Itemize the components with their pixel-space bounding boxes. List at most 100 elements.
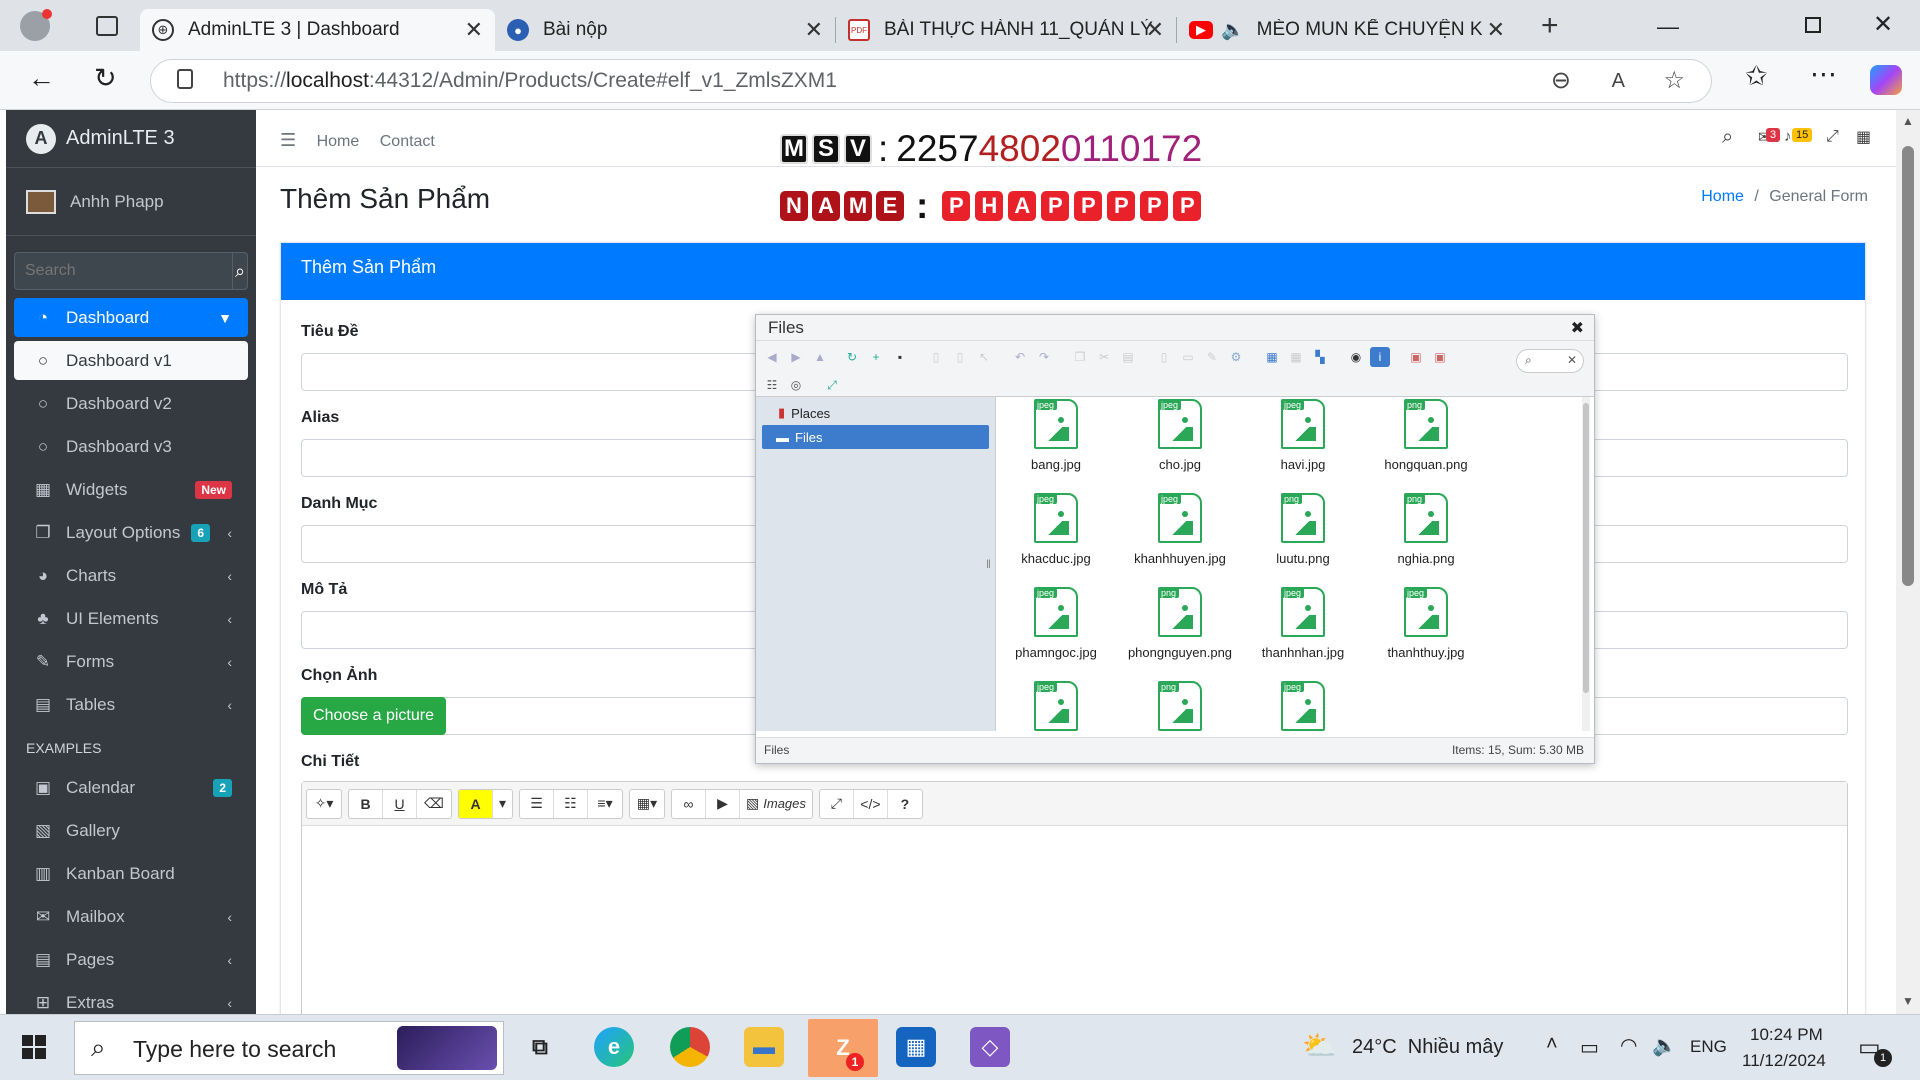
table-insert-icon[interactable]: ▦▾ xyxy=(630,790,664,818)
finder-search-input[interactable]: ⌕ ✕ xyxy=(1516,349,1584,373)
cut-icon[interactable]: ✂ xyxy=(1094,347,1114,367)
taskbar-search[interactable]: ⌕ Type here to search xyxy=(74,1021,504,1075)
resize-handle[interactable]: ‖ xyxy=(986,557,991,571)
tab-youtube[interactable]: ▶ 🔈 MÈO MUN KỂ CHUYỆN KHÔ ✕ xyxy=(1177,9,1517,51)
sidebar-item-forms[interactable]: ✎ Forms ‹ xyxy=(14,642,248,681)
file-item[interactable]: png xyxy=(1125,681,1235,731)
page-scrollbar[interactable]: ▲ ▼ xyxy=(1896,110,1920,1014)
volume-icon[interactable]: 🔈 xyxy=(1652,1033,1677,1058)
sidebar-item-dashboard-v3[interactable]: ○ Dashboard v3 xyxy=(14,427,248,466)
sidebar-search-input[interactable] xyxy=(14,252,232,290)
search-icon[interactable]: ⌕ xyxy=(232,252,248,290)
restore-icon[interactable] xyxy=(1805,17,1821,33)
sidebar-item-kanban[interactable]: ▥ Kanban Board xyxy=(14,854,248,893)
weather-text[interactable]: 24°C Nhiều mây xyxy=(1352,1036,1503,1059)
zoom-out-icon[interactable]: ⊖ xyxy=(1551,60,1571,102)
resize-icon[interactable]: ⚙ xyxy=(1226,347,1246,367)
scrollbar-thumb[interactable] xyxy=(1583,403,1589,693)
fullscreen-icon[interactable]: ⤢ xyxy=(822,375,842,395)
reload-icon[interactable]: ↻ xyxy=(842,347,862,367)
store-icon[interactable]: ▦ xyxy=(896,1027,936,1067)
sidebar-item-widgets[interactable]: ▦ Widgets New xyxy=(14,470,248,509)
undo-icon[interactable]: ↶ xyxy=(1010,347,1030,367)
dialog-titlebar[interactable]: Files ✖ xyxy=(756,315,1594,341)
breadcrumb-home[interactable]: Home xyxy=(1701,188,1744,205)
wifi-icon[interactable]: ◠ xyxy=(1620,1033,1637,1058)
video-icon[interactable]: ▶ xyxy=(706,789,741,818)
file-item[interactable]: jpeg bang.jpg xyxy=(1001,399,1111,472)
open-icon[interactable]: ▯ xyxy=(926,347,946,367)
sidebar-item-dashboard-v1[interactable]: ○ Dashboard v1 xyxy=(14,341,248,380)
close-window-icon[interactable]: ✕ xyxy=(1873,10,1893,39)
file-item[interactable]: png hongquan.png xyxy=(1371,399,1481,472)
file-item[interactable]: jpeg phamngoc.jpg xyxy=(1001,587,1111,660)
battery-icon[interactable]: ▭ xyxy=(1580,1035,1599,1060)
url-input[interactable]: https://localhost:44312/Admin/Products/C… xyxy=(150,59,1712,103)
file-item[interactable]: jpeg khanhhuyen.jpg xyxy=(1125,493,1235,566)
images-button[interactable]: ▧ Images xyxy=(740,790,812,818)
redo-icon[interactable]: ↷ xyxy=(1034,347,1054,367)
close-tab-icon[interactable]: ✕ xyxy=(465,17,483,43)
extract-icon[interactable]: ▣ xyxy=(1406,347,1426,367)
reload-icon[interactable]: ↻ xyxy=(94,63,117,94)
file-item[interactable]: png nghia.png xyxy=(1371,493,1481,566)
finder-scrollbar[interactable] xyxy=(1582,397,1590,731)
view-icons-icon[interactable]: ▦ xyxy=(1262,347,1282,367)
edit-icon[interactable]: ✎ xyxy=(1202,347,1222,367)
rich-text-editor[interactable]: ✧▾ B U ⌫ A ▾ ☰ ☷ ≡▾ ▦▾ ∞ ▶ ▧ Images ⤢ </… xyxy=(301,781,1848,1026)
clock-date[interactable]: 11/12/2024 xyxy=(1742,1051,1826,1071)
save-icon[interactable]: ▪ xyxy=(890,347,910,367)
close-tab-icon[interactable]: ✕ xyxy=(805,17,823,43)
unordered-list-icon[interactable]: ☰ xyxy=(520,789,555,818)
paste-icon[interactable]: ▤ xyxy=(1118,347,1138,367)
weather-icon[interactable]: ⛅ xyxy=(1302,1029,1337,1062)
task-view-icon[interactable]: ⧉ xyxy=(520,1027,560,1067)
close-icon[interactable]: ✖ xyxy=(1571,318,1584,338)
eraser-icon[interactable]: ⌫ xyxy=(417,790,451,818)
back-icon[interactable]: ← xyxy=(28,63,55,94)
read-aloud-icon[interactable]: A xyxy=(1612,60,1625,102)
zalo-icon[interactable]: Z 1 xyxy=(808,1019,878,1077)
file-item[interactable]: jpeg havi.jpg xyxy=(1248,399,1358,472)
tab-bai-nop[interactable]: ● Bài nộp ✕ xyxy=(495,9,835,51)
sidebar-item-charts[interactable]: ◕ Charts ‹ xyxy=(14,556,248,595)
sidebar-item-gallery[interactable]: ▧ Gallery xyxy=(14,811,248,850)
magic-icon[interactable]: ✧▾ xyxy=(307,790,341,818)
user-panel[interactable]: Anhh Phapp xyxy=(6,168,256,236)
sidebar-item-layout-options[interactable]: ❐ Layout Options 6 ‹ xyxy=(14,513,248,552)
select-icon[interactable]: ↖ xyxy=(974,347,994,367)
choose-picture-button[interactable]: Choose a picture xyxy=(301,697,446,735)
select-all-icon[interactable]: ▚ xyxy=(1310,347,1330,367)
help-icon[interactable]: ? xyxy=(888,790,922,818)
color-dropdown-icon[interactable]: ▾ xyxy=(493,790,512,818)
file-item[interactable]: jpeg thanhthuy.jpg xyxy=(1371,587,1481,660)
ordered-list-icon[interactable]: ☷ xyxy=(554,789,589,818)
link-icon[interactable]: ∞ xyxy=(672,789,707,818)
hamburger-icon[interactable]: ☰ xyxy=(280,130,296,150)
view-list-icon[interactable]: ▦ xyxy=(1286,347,1306,367)
visual-studio-icon[interactable]: ◇ xyxy=(970,1027,1010,1067)
tab-adminlte[interactable]: ⊕ AdminLTE 3 | Dashboard ✕ xyxy=(140,9,495,51)
file-item[interactable]: png phongnguyen.png xyxy=(1125,587,1235,660)
forward-icon[interactable]: ▶ xyxy=(786,347,806,367)
close-tab-icon[interactable]: ✕ xyxy=(1487,17,1505,43)
up-icon[interactable]: ▲ xyxy=(810,347,830,367)
more-icon[interactable]: ⋯ xyxy=(1810,59,1837,90)
control-sidebar-icon[interactable]: ▦ xyxy=(1856,127,1871,147)
duplicate-icon[interactable]: ▯ xyxy=(1154,347,1174,367)
notifications-icon[interactable]: ♪ xyxy=(1784,128,1792,145)
speaker-icon[interactable]: 🔈 xyxy=(1221,18,1245,42)
sidebar-item-pages[interactable]: ▤ Pages ‹ xyxy=(14,940,248,979)
file-item[interactable]: jpeg xyxy=(1001,681,1111,731)
nav-contact-link[interactable]: Contact xyxy=(380,133,435,150)
file-item[interactable]: jpeg cho.jpg xyxy=(1125,399,1235,472)
sidebar-item-mailbox[interactable]: ✉ Mailbox ‹ xyxy=(14,897,248,936)
edge-icon[interactable]: e xyxy=(594,1027,634,1067)
file-item[interactable]: jpeg khacduc.jpg xyxy=(1001,493,1111,566)
close-tab-icon[interactable]: ✕ xyxy=(1146,17,1164,43)
minimize-icon[interactable]: — xyxy=(1657,14,1679,40)
code-view-icon[interactable]: </> xyxy=(854,789,888,818)
chevron-up-icon[interactable]: ˄ xyxy=(1546,1033,1558,1056)
info-icon[interactable]: i xyxy=(1370,347,1390,367)
bold-icon[interactable]: B xyxy=(349,789,383,818)
